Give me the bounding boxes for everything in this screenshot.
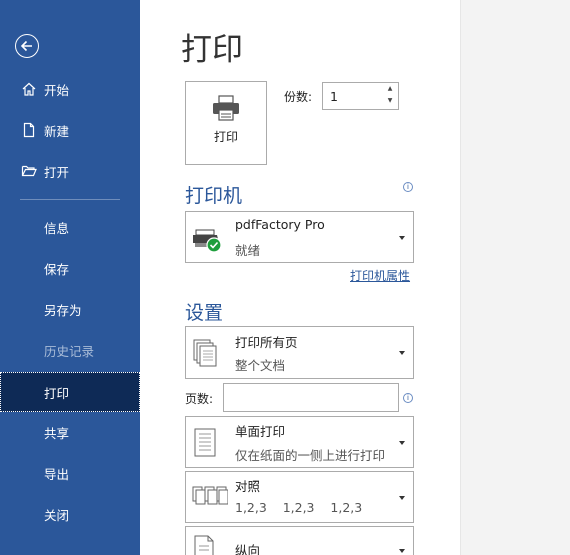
print-button-label: 打印 (213, 130, 238, 144)
nav-label: 信息 (44, 220, 70, 236)
nav-label: 另存为 (44, 302, 82, 318)
nav-export[interactable]: 导出 (0, 454, 140, 492)
nav-label: 保存 (44, 261, 70, 277)
folder-open-icon (19, 163, 39, 179)
arrow-left-icon (20, 40, 32, 52)
sides-title: 单面打印 (235, 424, 286, 439)
nav-open[interactable]: 打开 (0, 152, 140, 190)
one-sided-icon (194, 428, 216, 457)
home-icon (19, 81, 39, 97)
printer-status: 就绪 (235, 243, 261, 258)
nav-label: 共享 (44, 425, 70, 441)
pages-info-icon[interactable]: i (403, 393, 413, 403)
dropdown-arrow-icon (399, 351, 405, 355)
nav-label: 关闭 (44, 507, 70, 523)
printer-select[interactable]: pdfFactory Pro 就绪 (185, 211, 414, 263)
sidebar-divider (20, 199, 120, 200)
orientation-title: 纵向 (235, 543, 261, 555)
nav-label: 打印 (44, 385, 70, 401)
nav-share[interactable]: 共享 (0, 413, 140, 451)
copies-spinner[interactable]: ▲ ▼ (384, 83, 396, 109)
sides-select[interactable]: 单面打印 仅在纸面的一侧上进行打印 (185, 416, 414, 468)
print-range-select[interactable]: 打印所有页 整个文档 (185, 326, 414, 379)
dropdown-arrow-icon (399, 549, 405, 553)
sides-subtitle: 仅在纸面的一侧上进行打印 (235, 448, 386, 463)
nav-label: 打开 (44, 164, 70, 180)
nav-history: 历史记录 (0, 331, 140, 369)
nav-label: 历史记录 (44, 343, 95, 359)
range-title: 打印所有页 (235, 335, 298, 350)
copies-label: 份数: (284, 90, 313, 104)
dropdown-arrow-icon (399, 441, 405, 445)
dropdown-arrow-icon (399, 496, 405, 500)
backstage-sidebar: 开始 新建 打开 信息 保存 另存为 历史记录 打印 共享 导出 关闭 (0, 0, 140, 555)
spin-up-icon[interactable]: ▲ (384, 83, 396, 95)
dropdown-arrow-icon (399, 236, 405, 240)
nav-label: 开始 (44, 82, 70, 98)
print-button[interactable]: 打印 (185, 81, 267, 165)
nav-new[interactable]: 新建 (0, 111, 140, 149)
nav-label: 导出 (44, 466, 70, 482)
printer-heading: 打印机 (185, 185, 243, 207)
pages-label: 页数: (185, 392, 214, 406)
printer-ready-icon (193, 229, 222, 253)
nav-save-as[interactable]: 另存为 (0, 290, 140, 328)
copies-stepper[interactable]: 1 ▲ ▼ (322, 82, 399, 110)
all-pages-icon (193, 339, 217, 367)
nav-label: 新建 (44, 123, 70, 139)
collate-subtitle: 1,2,3 1,2,3 1,2,3 (235, 500, 363, 515)
printer-icon (213, 95, 239, 121)
settings-heading: 设置 (185, 302, 224, 324)
collate-title: 对照 (235, 479, 261, 494)
printer-info-icon[interactable]: i (403, 182, 413, 192)
nav-info[interactable]: 信息 (0, 208, 140, 246)
spin-down-icon[interactable]: ▼ (384, 95, 396, 107)
pages-input[interactable] (223, 383, 399, 412)
nav-close[interactable]: 关闭 (0, 495, 140, 533)
range-subtitle: 整个文档 (235, 358, 286, 373)
printer-properties-link[interactable]: 打印机属性 (350, 267, 410, 284)
new-document-icon (19, 122, 39, 138)
nav-save[interactable]: 保存 (0, 249, 140, 287)
print-preview-area (460, 0, 570, 555)
portrait-icon (194, 535, 214, 555)
collate-select[interactable]: 对照 1,2,3 1,2,3 1,2,3 (185, 471, 414, 523)
orientation-select[interactable]: 纵向 (185, 526, 414, 555)
printer-name: pdfFactory Pro (235, 217, 325, 232)
nav-print[interactable]: 打印 (0, 372, 140, 412)
nav-home[interactable]: 开始 (0, 70, 140, 108)
back-button[interactable] (15, 34, 39, 58)
collated-icon (192, 486, 228, 505)
copies-value: 1 (330, 89, 338, 104)
page-title: 打印 (181, 32, 243, 68)
